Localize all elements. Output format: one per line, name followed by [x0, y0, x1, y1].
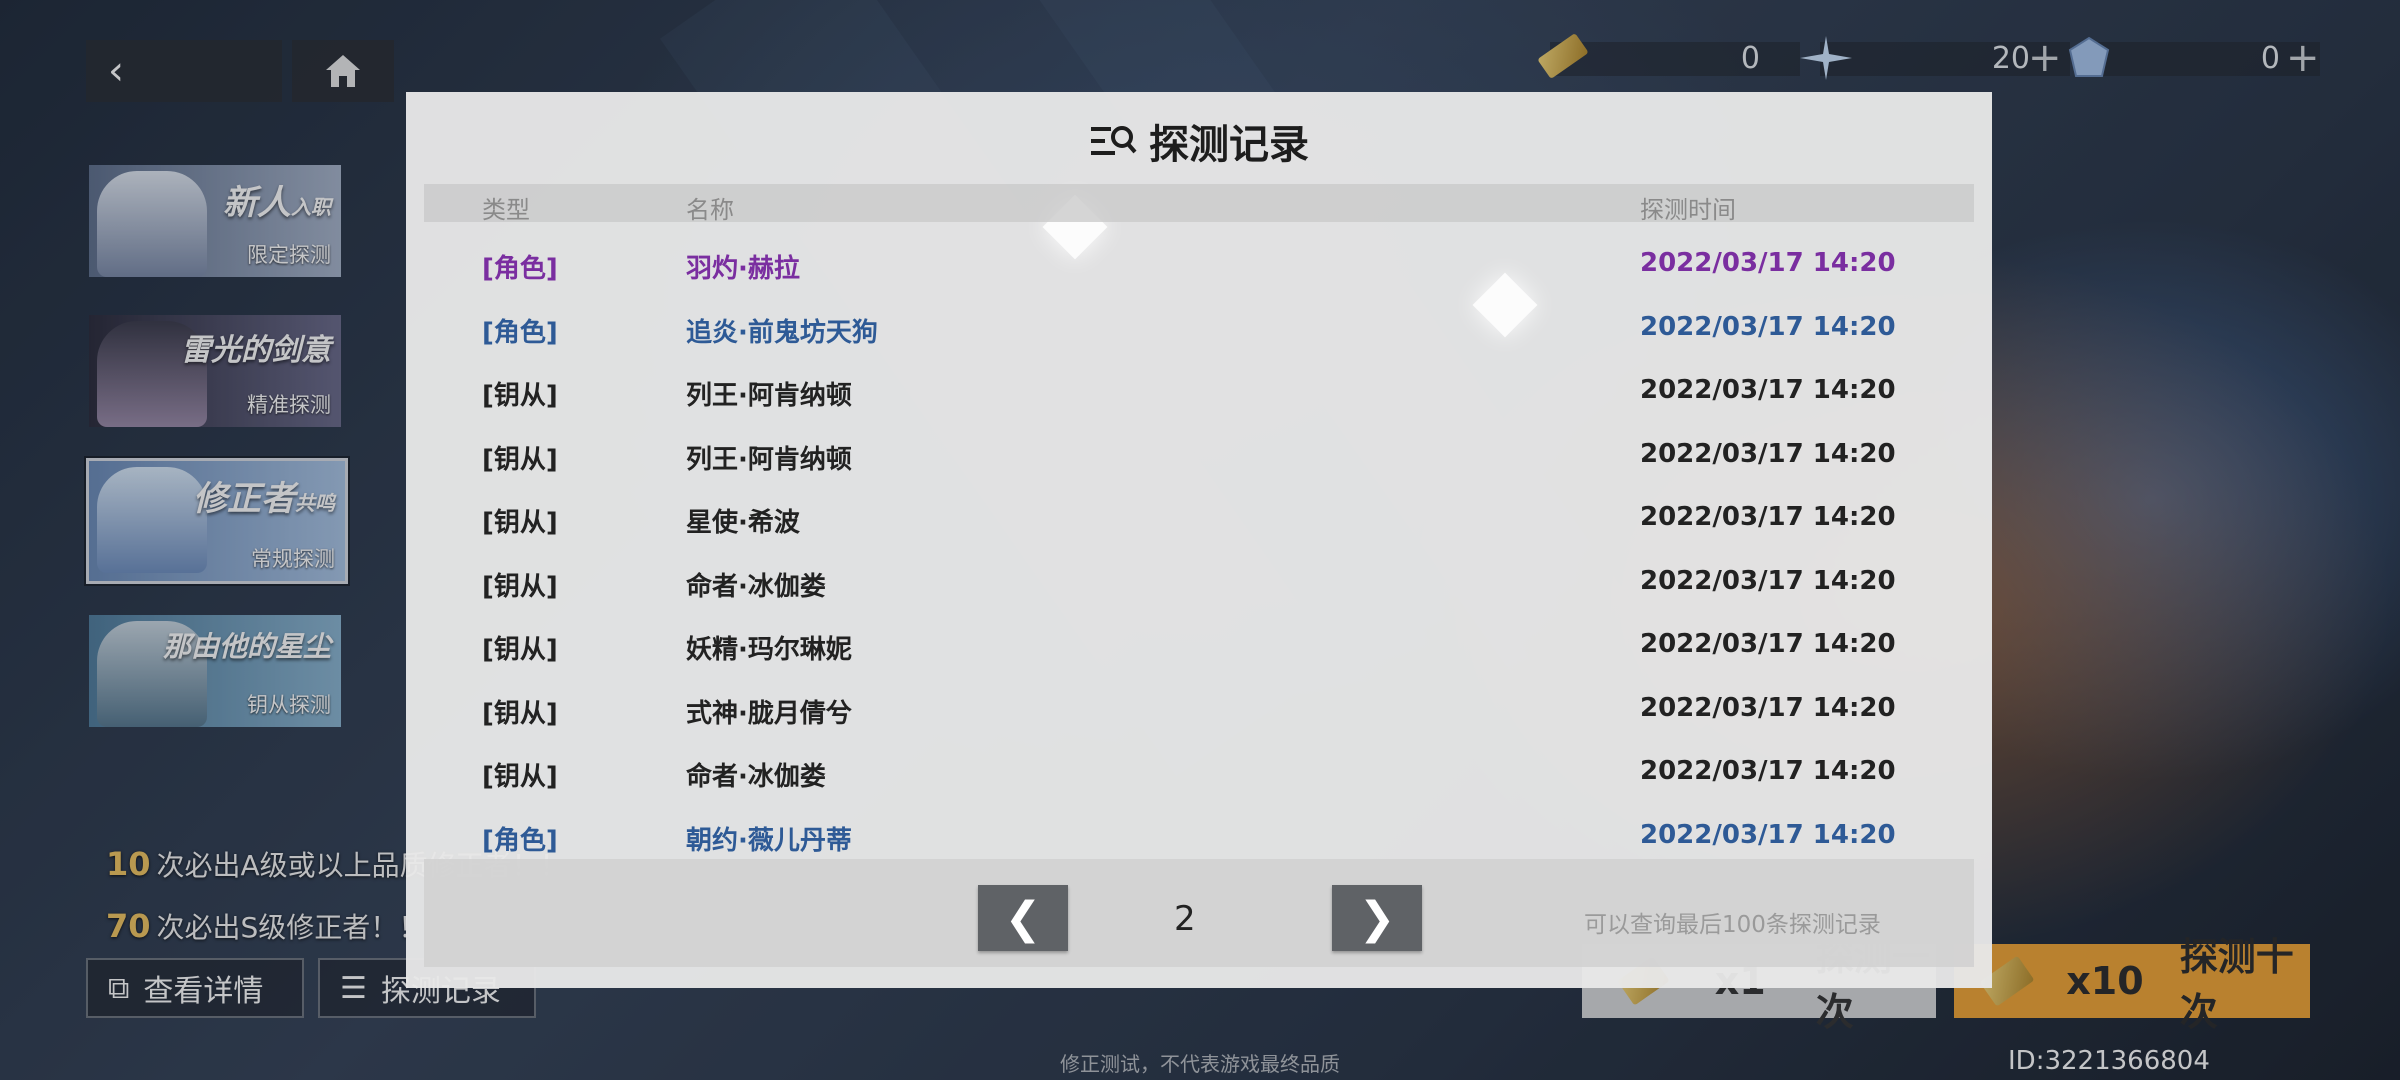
header-type: 类型 [482, 196, 530, 224]
chevron-left-icon: ❮ [1004, 892, 1042, 944]
record-type: [钥从] [482, 508, 558, 538]
record-time: 2022/03/17 14:20 [1640, 375, 1896, 405]
record-type: [钥从] [482, 698, 558, 729]
record-time: 2022/03/17 14:20 [1640, 502, 1896, 532]
record-time: 2022/03/17 14:20 [1640, 438, 1896, 469]
record-type: [钥从] [482, 571, 558, 602]
record-name: 羽灼·赫拉 [686, 254, 800, 284]
table-row: [钥从] 妖精·玛尔琳妮 2022/03/17 14:20 [424, 613, 1974, 676]
table-row: [钥从] 命者·冰伽娄 2022/03/17 14:20 [424, 550, 1974, 613]
detection-records-dialog: 探测记录 类型 名称 探测时间 [角色] 羽灼·赫拉 2022/03/17 14:2… [406, 92, 1992, 988]
record-time: 2022/03/17 14:20 [1640, 629, 1896, 659]
record-time: 2022/03/17 14:20 [1640, 565, 1896, 596]
record-time: 2022/03/17 14:20 [1640, 311, 1896, 342]
record-time: 2022/03/17 14:20 [1640, 248, 1896, 278]
chevron-right-icon: ❯ [1358, 892, 1396, 944]
table-row: [钥从] 式神·胧月倩兮 2022/03/17 14:20 [424, 677, 1974, 740]
record-name: 星使·希波 [686, 508, 800, 538]
record-name: 列王·阿肯纳顿 [686, 444, 852, 475]
table-row: [角色] 羽灼·赫拉 2022/03/17 14:20 [424, 232, 1974, 295]
next-page-button[interactable]: ❯ [1332, 885, 1422, 951]
records-limit-note: 可以查询最后100条探测记录 [1584, 912, 1881, 938]
search-list-icon [1091, 126, 1137, 155]
record-time: 2022/03/17 14:20 [1640, 819, 1896, 850]
record-type: [角色] [482, 825, 558, 856]
record-type: [钥从] [482, 444, 558, 475]
record-type: [钥从] [482, 381, 558, 411]
table-header: 类型 名称 探测时间 [424, 184, 1974, 224]
prev-page-button[interactable]: ❮ [978, 885, 1068, 951]
dialog-title: 探测记录 [406, 112, 1992, 170]
current-page: 2 [1174, 899, 1196, 939]
record-name: 命者·冰伽娄 [686, 762, 826, 792]
table-row: [角色] 朝约·薇儿丹蒂 2022/03/17 14:20 [424, 804, 1974, 867]
table-row: [钥从] 列王·阿肯纳顿 2022/03/17 14:20 [424, 423, 1974, 486]
record-name: 追炎·前鬼坊天狗 [686, 317, 878, 348]
record-name: 命者·冰伽娄 [686, 571, 826, 602]
table-row: [角色] 追炎·前鬼坊天狗 2022/03/17 14:20 [424, 296, 1974, 359]
header-name: 名称 [686, 196, 734, 224]
record-type: [钥从] [482, 635, 558, 665]
record-type: [钥从] [482, 762, 558, 792]
record-name: 式神·胧月倩兮 [686, 698, 852, 729]
table-row: [钥从] 列王·阿肯纳顿 2022/03/17 14:20 [424, 359, 1974, 422]
record-name: 朝约·薇儿丹蒂 [686, 825, 852, 856]
table-row: [钥从] 命者·冰伽娄 2022/03/17 14:20 [424, 740, 1974, 803]
record-type: [角色] [482, 317, 558, 348]
record-name: 妖精·玛尔琳妮 [686, 635, 852, 665]
record-time: 2022/03/17 14:20 [1640, 692, 1896, 723]
record-type: [角色] [482, 254, 558, 284]
header-time: 探测时间 [1640, 196, 1736, 224]
record-time: 2022/03/17 14:20 [1640, 756, 1896, 786]
table-row: [钥从] 星使·希波 2022/03/17 14:20 [424, 486, 1974, 549]
record-name: 列王·阿肯纳顿 [686, 381, 852, 411]
pagination: ❮ 2 ❯ 可以查询最后100条探测记录 [424, 859, 1974, 967]
